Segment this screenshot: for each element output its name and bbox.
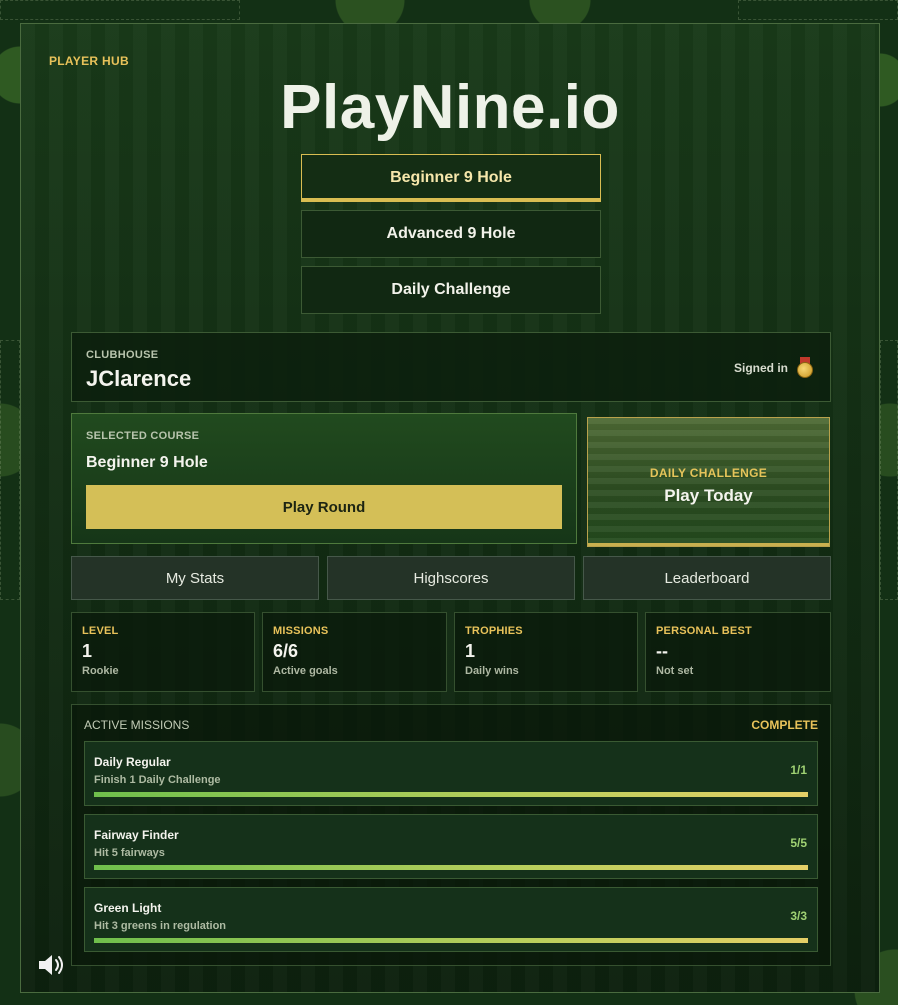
player-hub-panel: PLAYER HUB PlayNine.io Beginner 9 Hole A… xyxy=(20,23,880,993)
stat-trophies: TROPHIES 1 Daily wins xyxy=(454,612,638,692)
mission-title: Fairway Finder xyxy=(94,828,179,842)
stat-personal-best: PERSONAL BEST -- Not set xyxy=(645,612,831,692)
mission-description: Hit 5 fairways xyxy=(94,847,165,859)
play-today-button[interactable]: Play Today xyxy=(664,486,753,506)
stat-sub: Daily wins xyxy=(465,665,519,677)
mission-progress-bar xyxy=(94,865,808,870)
medal-icon xyxy=(796,357,814,379)
active-missions-panel: ACTIVE MISSIONS COMPLETE Daily Regular F… xyxy=(71,704,831,966)
mission-count: 3/3 xyxy=(790,909,807,923)
stat-label: TROPHIES xyxy=(465,625,523,637)
stat-value: 1 xyxy=(465,641,476,661)
mission-count: 1/1 xyxy=(790,763,807,777)
mode-beginner-9-hole-button[interactable]: Beginner 9 Hole xyxy=(301,154,601,202)
mode-daily-challenge-button[interactable]: Daily Challenge xyxy=(301,266,601,314)
mission-progress-fill xyxy=(94,792,808,797)
stat-sub: Active goals xyxy=(273,665,338,677)
mission-item: Daily Regular Finish 1 Daily Challenge 1… xyxy=(84,741,818,806)
mission-progress-bar xyxy=(94,792,808,797)
clubhouse-card: CLUBHOUSE JClarence Signed in xyxy=(71,332,831,402)
stat-label: LEVEL xyxy=(82,625,119,637)
stat-sub: Not set xyxy=(656,665,694,677)
stat-value: -- xyxy=(656,641,668,661)
mission-item: Green Light Hit 3 greens in regulation 3… xyxy=(84,887,818,952)
speaker-icon[interactable] xyxy=(37,953,67,977)
mission-progress-fill xyxy=(94,938,808,943)
stat-level: LEVEL 1 Rookie xyxy=(71,612,255,692)
leaderboard-button[interactable]: Leaderboard xyxy=(583,556,831,600)
mission-count: 5/5 xyxy=(790,836,807,850)
daily-challenge-label: DAILY CHALLENGE xyxy=(649,466,768,480)
selected-course-label: SELECTED COURSE xyxy=(86,430,200,442)
active-missions-heading: ACTIVE MISSIONS xyxy=(84,718,190,732)
stat-value: 1 xyxy=(82,641,93,661)
stat-missions: MISSIONS 6/6 Active goals xyxy=(262,612,447,692)
stat-label: PERSONAL BEST xyxy=(656,625,752,637)
highscores-button[interactable]: Highscores xyxy=(327,556,575,600)
mission-title: Daily Regular xyxy=(94,755,171,769)
stat-sub: Rookie xyxy=(82,665,119,677)
stat-value: 6/6 xyxy=(273,641,299,661)
play-round-button[interactable]: Play Round xyxy=(86,485,562,529)
username: JClarence xyxy=(86,366,192,391)
mission-title: Green Light xyxy=(94,901,162,915)
mission-description: Hit 3 greens in regulation xyxy=(94,920,227,932)
sign-in-status: Signed in xyxy=(734,357,814,379)
sign-in-status-text: Signed in xyxy=(734,361,788,375)
daily-challenge-card[interactable]: DAILY CHALLENGE Play Today xyxy=(587,417,830,547)
selected-course-card: SELECTED COURSE Beginner 9 Hole Play Rou… xyxy=(71,413,577,544)
mission-item: Fairway Finder Hit 5 fairways 5/5 xyxy=(84,814,818,879)
stat-label: MISSIONS xyxy=(273,625,329,637)
mission-progress-bar xyxy=(94,938,808,943)
app-title: PlayNine.io xyxy=(280,73,620,142)
player-hub-tag: PLAYER HUB xyxy=(49,54,129,68)
mission-description: Finish 1 Daily Challenge xyxy=(94,774,221,786)
mode-advanced-9-hole-button[interactable]: Advanced 9 Hole xyxy=(301,210,601,258)
mission-progress-fill xyxy=(94,865,808,870)
clubhouse-label: CLUBHOUSE xyxy=(86,349,159,361)
my-stats-button[interactable]: My Stats xyxy=(71,556,319,600)
missions-status-badge: COMPLETE xyxy=(751,718,818,732)
selected-course-name: Beginner 9 Hole xyxy=(86,454,208,471)
